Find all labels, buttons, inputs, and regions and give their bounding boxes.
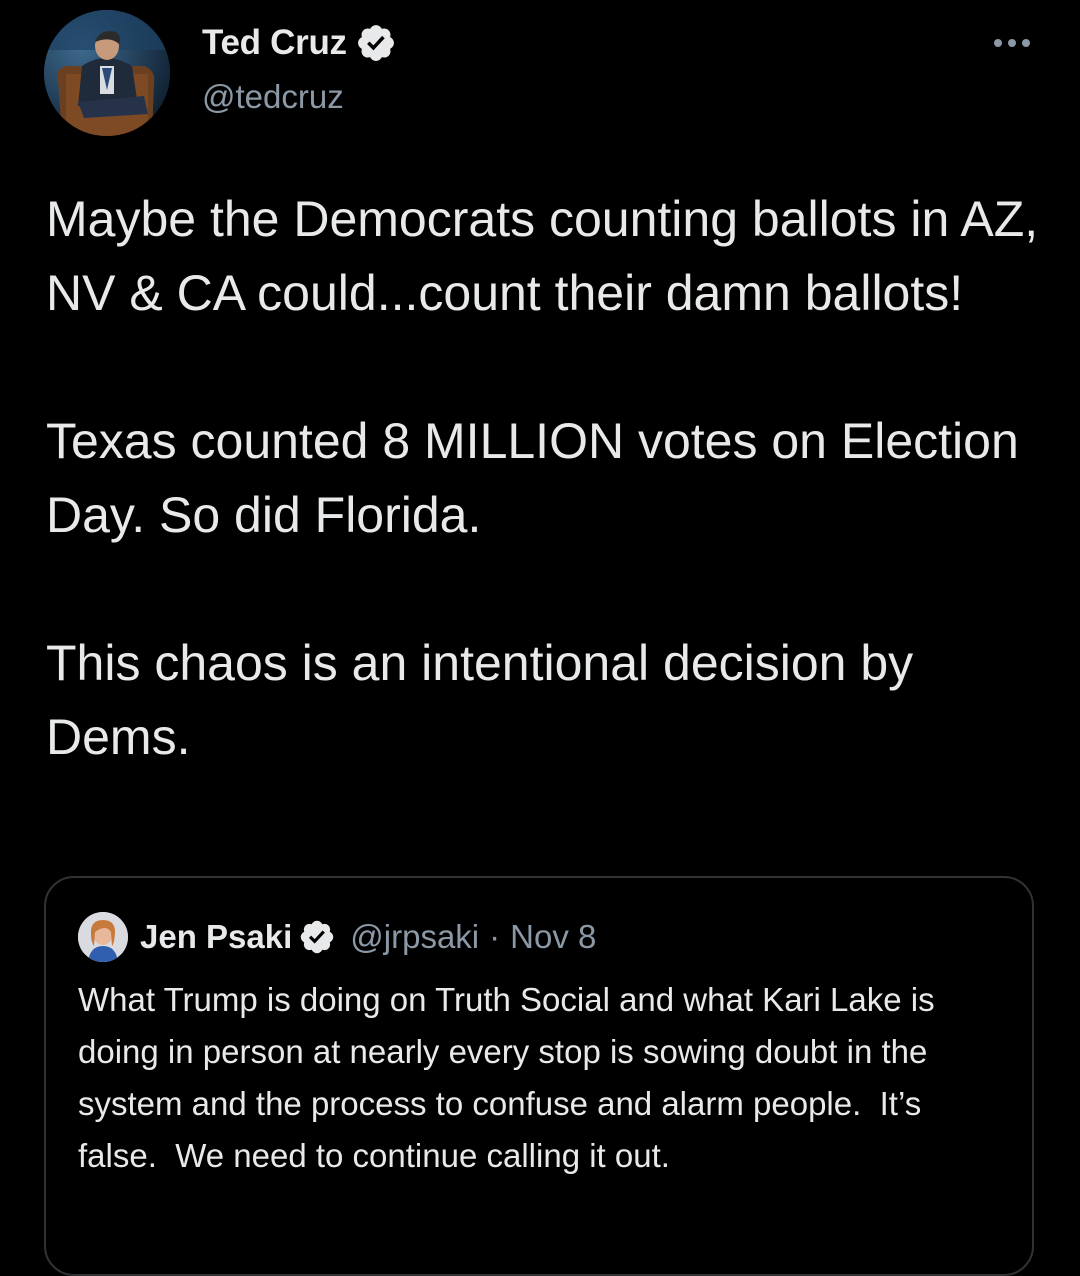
tweet-paragraph: Texas counted 8 MILLION votes on Electio… (46, 413, 1019, 543)
tweet: Ted Cruz @tedcruz Maybe the Democrats co… (0, 0, 1080, 1276)
quoted-author-avatar (78, 912, 128, 962)
tweet-text: Maybe the Democrats counting ballots in … (46, 182, 1056, 774)
author-display-name[interactable]: Ted Cruz (202, 23, 347, 63)
verified-badge-icon (355, 22, 397, 64)
quoted-author-display-name: Jen Psaki (140, 918, 293, 955)
separator-dot: · (489, 918, 501, 955)
author-name-row: Ted Cruz (202, 20, 397, 66)
quoted-author-handle: @jrpsaki (350, 918, 480, 955)
tweet-paragraph: This chaos is an intentional decision by… (46, 635, 914, 765)
author-avatar-image (44, 10, 170, 136)
quoted-tweet-header: Jen Psaki @jrpsaki · Nov 8 (140, 912, 596, 962)
verified-badge-icon (298, 918, 336, 956)
quoted-tweet-date: Nov 8 (510, 918, 597, 955)
quoted-tweet-text: What Trump is doing on Truth Social and … (78, 981, 944, 1174)
author-handle[interactable]: @tedcruz (202, 78, 344, 116)
author-avatar[interactable] (44, 10, 170, 136)
quoted-author-avatar-image (78, 912, 128, 962)
more-horizontal-icon (994, 39, 1030, 47)
quoted-tweet-card[interactable]: Jen Psaki @jrpsaki · Nov 8 What Trump is… (44, 876, 1034, 1276)
tweet-paragraph: Maybe the Democrats counting ballots in … (46, 191, 1039, 321)
more-options-button[interactable] (990, 26, 1034, 60)
